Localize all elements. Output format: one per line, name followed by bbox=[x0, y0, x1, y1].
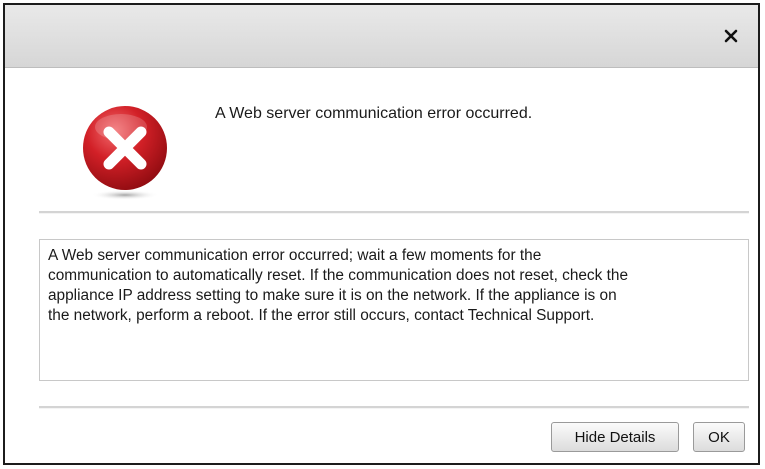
close-icon bbox=[724, 29, 738, 43]
error-details-text: A Web server communication error occurre… bbox=[39, 239, 749, 381]
hide-details-button[interactable]: Hide Details bbox=[551, 422, 679, 452]
divider-bottom bbox=[39, 406, 749, 409]
error-x-icon bbox=[77, 103, 173, 203]
close-button[interactable] bbox=[718, 23, 744, 49]
divider-top bbox=[39, 211, 749, 214]
dialog-titlebar bbox=[5, 5, 758, 68]
error-message: A Web server communication error occurre… bbox=[215, 105, 533, 122]
error-dialog: A Web server communication error occurre… bbox=[3, 3, 760, 465]
ok-button[interactable]: OK bbox=[693, 422, 745, 452]
